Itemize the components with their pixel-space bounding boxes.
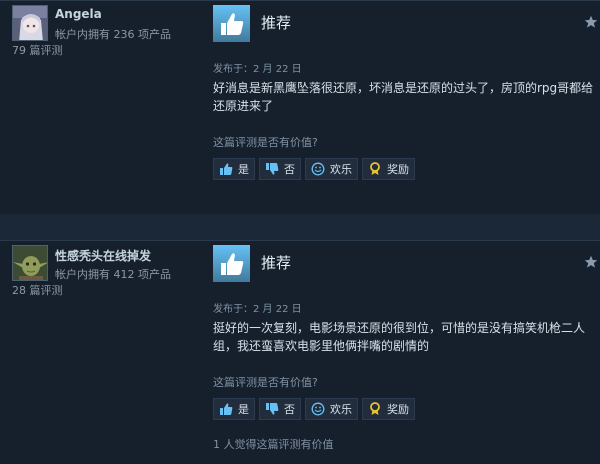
vote-funny-button[interactable]: 欢乐 bbox=[305, 158, 358, 180]
vote-funny-label: 欢乐 bbox=[330, 403, 352, 416]
avatar[interactable] bbox=[12, 245, 48, 281]
author-name[interactable]: Angela bbox=[55, 7, 102, 21]
vote-yes-button[interactable]: 是 bbox=[213, 398, 255, 420]
thumbs-up-icon bbox=[213, 245, 250, 282]
helpful-question: 这篇评测是否有价值? bbox=[213, 376, 318, 389]
products-owned: 帐户内拥有 412 项产品 bbox=[55, 268, 171, 281]
award-button[interactable]: 奖励 bbox=[362, 158, 415, 180]
vote-no-label: 否 bbox=[284, 403, 295, 416]
review-body: 推荐 发布于：2 月 22 日 好消息是新黑鹰坠落很还原，坏消息是还原的过头了，… bbox=[213, 1, 600, 214]
review-text: 好消息是新黑鹰坠落很还原，坏消息是还原的过头了，房顶的rpg哥都给还原进来了 bbox=[213, 81, 594, 113]
thumbs-up-icon bbox=[213, 5, 250, 42]
vote-buttons: 是 否 欢乐 奖励 bbox=[213, 398, 419, 420]
vote-no-button[interactable]: 否 bbox=[259, 398, 301, 420]
review-body: 推荐 发布于：2 月 22 日 挺好的一次复刻，电影场景还原的很到位，可惜的是没… bbox=[213, 241, 600, 464]
review-card-1: Angela 帐户内拥有 236 项产品 79 篇评测 推荐 发布于：2 月 2… bbox=[0, 0, 600, 214]
avatar-anime-icon bbox=[13, 6, 47, 40]
smiley-icon bbox=[311, 402, 325, 416]
review-author-panel: Angela 帐户内拥有 236 项产品 79 篇评测 bbox=[10, 1, 200, 214]
star-icon[interactable] bbox=[584, 255, 598, 269]
vote-buttons: 是 否 欢乐 奖励 bbox=[213, 158, 419, 180]
review-separator bbox=[0, 214, 600, 240]
avatar-yoda-icon bbox=[13, 246, 47, 280]
products-owned: 帐户内拥有 236 项产品 bbox=[55, 28, 171, 41]
review-card-2: 性感秃头在线掉发 帐户内拥有 412 项产品 28 篇评测 推荐 发布于：2 月… bbox=[0, 240, 600, 464]
vote-funny-button[interactable]: 欢乐 bbox=[305, 398, 358, 420]
thumbs-up-icon bbox=[220, 163, 233, 175]
vote-yes-label: 是 bbox=[238, 163, 249, 176]
posted-date: 发布于：2 月 22 日 bbox=[213, 64, 302, 75]
award-ribbon-icon bbox=[370, 402, 380, 415]
helpful-question: 这篇评测是否有价值? bbox=[213, 136, 318, 149]
avatar[interactable] bbox=[12, 5, 48, 41]
review-count[interactable]: 79 篇评测 bbox=[12, 42, 63, 58]
review-verdict[interactable]: 推荐 bbox=[261, 252, 291, 273]
review-text: 挺好的一次复刻，电影场景还原的很到位，可惜的是没有搞笑机枪二人组，我还蛮喜欢电影… bbox=[213, 321, 586, 353]
award-button[interactable]: 奖励 bbox=[362, 398, 415, 420]
vote-no-button[interactable]: 否 bbox=[259, 158, 301, 180]
smiley-icon bbox=[311, 162, 325, 176]
review-count[interactable]: 28 篇评测 bbox=[12, 282, 63, 298]
vote-no-label: 否 bbox=[284, 163, 295, 176]
award-ribbon-icon bbox=[370, 162, 380, 175]
author-name[interactable]: 性感秃头在线掉发 bbox=[55, 247, 151, 264]
posted-date: 发布于：2 月 22 日 bbox=[213, 304, 302, 315]
thumbs-down-icon bbox=[266, 403, 279, 415]
star-icon[interactable] bbox=[584, 15, 598, 29]
award-label: 奖励 bbox=[387, 163, 409, 176]
vote-funny-label: 欢乐 bbox=[330, 163, 352, 176]
thumbs-down-icon bbox=[266, 163, 279, 175]
award-label: 奖励 bbox=[387, 403, 409, 416]
review-author-panel: 性感秃头在线掉发 帐户内拥有 412 项产品 28 篇评测 bbox=[10, 241, 200, 464]
vote-yes-button[interactable]: 是 bbox=[213, 158, 255, 180]
helpful-count: 1 人觉得这篇评测有价值 bbox=[213, 438, 334, 451]
thumbs-up-icon bbox=[220, 403, 233, 415]
vote-yes-label: 是 bbox=[238, 403, 249, 416]
review-verdict[interactable]: 推荐 bbox=[261, 12, 291, 33]
